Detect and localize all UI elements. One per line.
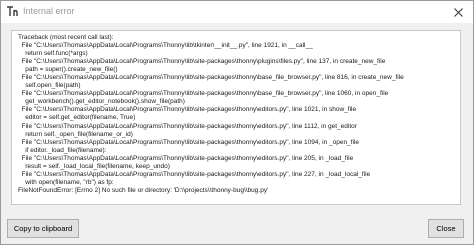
traceback-line: self.open_file(path) xyxy=(18,82,81,90)
traceback-line: FileNotFoundError: [Errno 2] No such fil… xyxy=(18,186,269,194)
traceback-line: path = super().create_new_file() xyxy=(18,66,118,74)
traceback-line: if editor._load_file(filename): xyxy=(18,146,107,154)
close-button[interactable]: Close xyxy=(428,219,464,238)
traceback-line: File "C:\Users\Thomas\AppData\Local\Prog… xyxy=(18,90,389,98)
traceback-line: File "C:\Users\Thomas\AppData\Local\Prog… xyxy=(18,58,386,66)
traceback-line: File "C:\Users\Thomas\AppData\Local\Prog… xyxy=(18,138,359,146)
traceback-line: get_workbench().get_editor_notebook().sh… xyxy=(18,98,185,106)
thonny-icon xyxy=(6,5,18,18)
traceback-line: File "C:\Users\Thomas\AppData\Local\Prog… xyxy=(18,122,357,130)
traceback-line: File "C:\Users\Thomas\AppData\Local\Prog… xyxy=(18,170,371,178)
window-title: Internal error xyxy=(23,6,75,16)
traceback-line: result = self._load_local_file(filename,… xyxy=(18,162,170,170)
traceback-line: with open(filename, "rb") as fp: xyxy=(18,178,114,186)
traceback-line: File "C:\Users\Thomas\AppData\Local\Prog… xyxy=(18,74,404,82)
internal-error-dialog: Internal error Traceback (most recent ca… xyxy=(0,0,474,245)
traceback-text: Traceback (most recent call last): File … xyxy=(18,34,404,195)
close-icon[interactable] xyxy=(443,1,473,23)
traceback-line: editor = self.get_editor(filename, True) xyxy=(18,114,136,122)
traceback-text-area[interactable]: Traceback (most recent call last): File … xyxy=(11,30,461,205)
traceback-line: File "C:\Users\Thomas\AppData\Local\Prog… xyxy=(18,42,313,50)
title-bar: Internal error xyxy=(1,1,473,23)
traceback-line: return self._open_file(filename_or_id) xyxy=(18,130,133,138)
traceback-line: File "C:\Users\Thomas\AppData\Local\Prog… xyxy=(18,154,354,162)
traceback-line: Traceback (most recent call last): xyxy=(18,34,114,41)
traceback-line: File "C:\Users\Thomas\AppData\Local\Prog… xyxy=(18,106,357,114)
copy-to-clipboard-button[interactable]: Copy to clipboard xyxy=(7,219,79,238)
traceback-line: return self.func(*args) xyxy=(18,50,88,58)
